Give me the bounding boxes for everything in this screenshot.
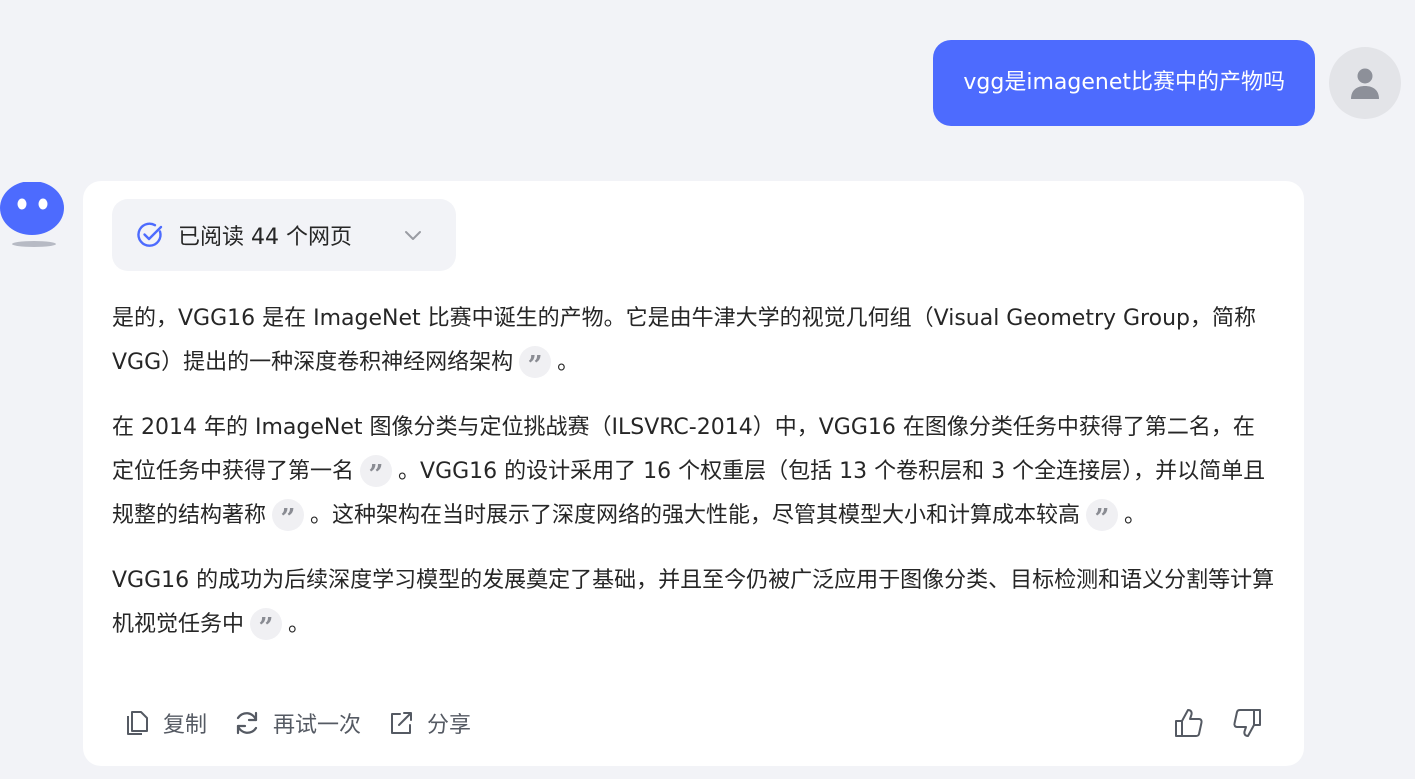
- retry-label: 再试一次: [273, 713, 362, 738]
- assistant-message-card: 已阅读 44 个网页 是的，VGG16 是在 ImageNet 比赛中诞生的产物…: [83, 181, 1304, 766]
- thumbs-up-icon[interactable]: [1172, 706, 1206, 740]
- answer-text: 是的，VGG16 是在 ImageNet 比赛中诞生的产物。它是由牛津大学的视觉…: [112, 306, 1256, 375]
- user-avatar[interactable]: [1329, 47, 1401, 119]
- user-message-bubble: vgg是imagenet比赛中的产物吗: [933, 40, 1315, 126]
- retry-button[interactable]: 再试一次: [233, 707, 361, 739]
- answer-text: VGG16 的成功为后续深度学习模型的发展奠定了基础，并且至今仍被广泛应用于图像…: [112, 568, 1275, 637]
- share-label: 分享: [427, 713, 472, 738]
- bot-avatar: [0, 181, 66, 250]
- citation-icon[interactable]: ”: [250, 608, 283, 641]
- thumbs-down-icon[interactable]: [1230, 706, 1264, 740]
- chevron-down-icon: [405, 231, 421, 240]
- copy-icon: [127, 711, 148, 735]
- answer-text: 。: [557, 350, 580, 375]
- share-button[interactable]: 分享: [387, 707, 471, 739]
- answer-text: 。这种架构在当时展示了深度网络的强大性能，尽管其模型大小和计算成本较高: [310, 503, 1081, 528]
- citation-icon[interactable]: ”: [519, 346, 552, 379]
- answer-text: 。: [1124, 503, 1147, 528]
- message-actions: 复制 再试一次 分享: [123, 706, 1264, 740]
- bot-icon: [0, 181, 64, 247]
- feedback-buttons: [1172, 706, 1264, 740]
- answer-paragraph-3: VGG16 的成功为后续深度学习模型的发展奠定了基础，并且至今仍被广泛应用于图像…: [112, 559, 1276, 647]
- copy-button[interactable]: 复制: [123, 707, 207, 739]
- answer-paragraph-2: 在 2014 年的 ImageNet 图像分类与定位挑战赛（ILSVRC-201…: [112, 406, 1276, 538]
- citation-icon[interactable]: ”: [272, 499, 305, 532]
- citation-icon[interactable]: ”: [1086, 499, 1119, 532]
- citation-icon[interactable]: ”: [360, 455, 393, 488]
- share-icon: [391, 712, 413, 734]
- sources-label: 已阅读 44 个网页: [178, 225, 352, 250]
- sources-toggle[interactable]: 已阅读 44 个网页: [112, 199, 456, 271]
- refresh-icon: [236, 711, 258, 735]
- copy-label: 复制: [163, 713, 208, 738]
- user-message-row: vgg是imagenet比赛中的产物吗: [933, 40, 1401, 126]
- check-circle-icon: [137, 222, 163, 247]
- user-icon: [1351, 68, 1379, 99]
- answer-paragraph-1: 是的，VGG16 是在 ImageNet 比赛中诞生的产物。它是由牛津大学的视觉…: [112, 297, 1276, 385]
- answer-text: 。: [288, 612, 311, 637]
